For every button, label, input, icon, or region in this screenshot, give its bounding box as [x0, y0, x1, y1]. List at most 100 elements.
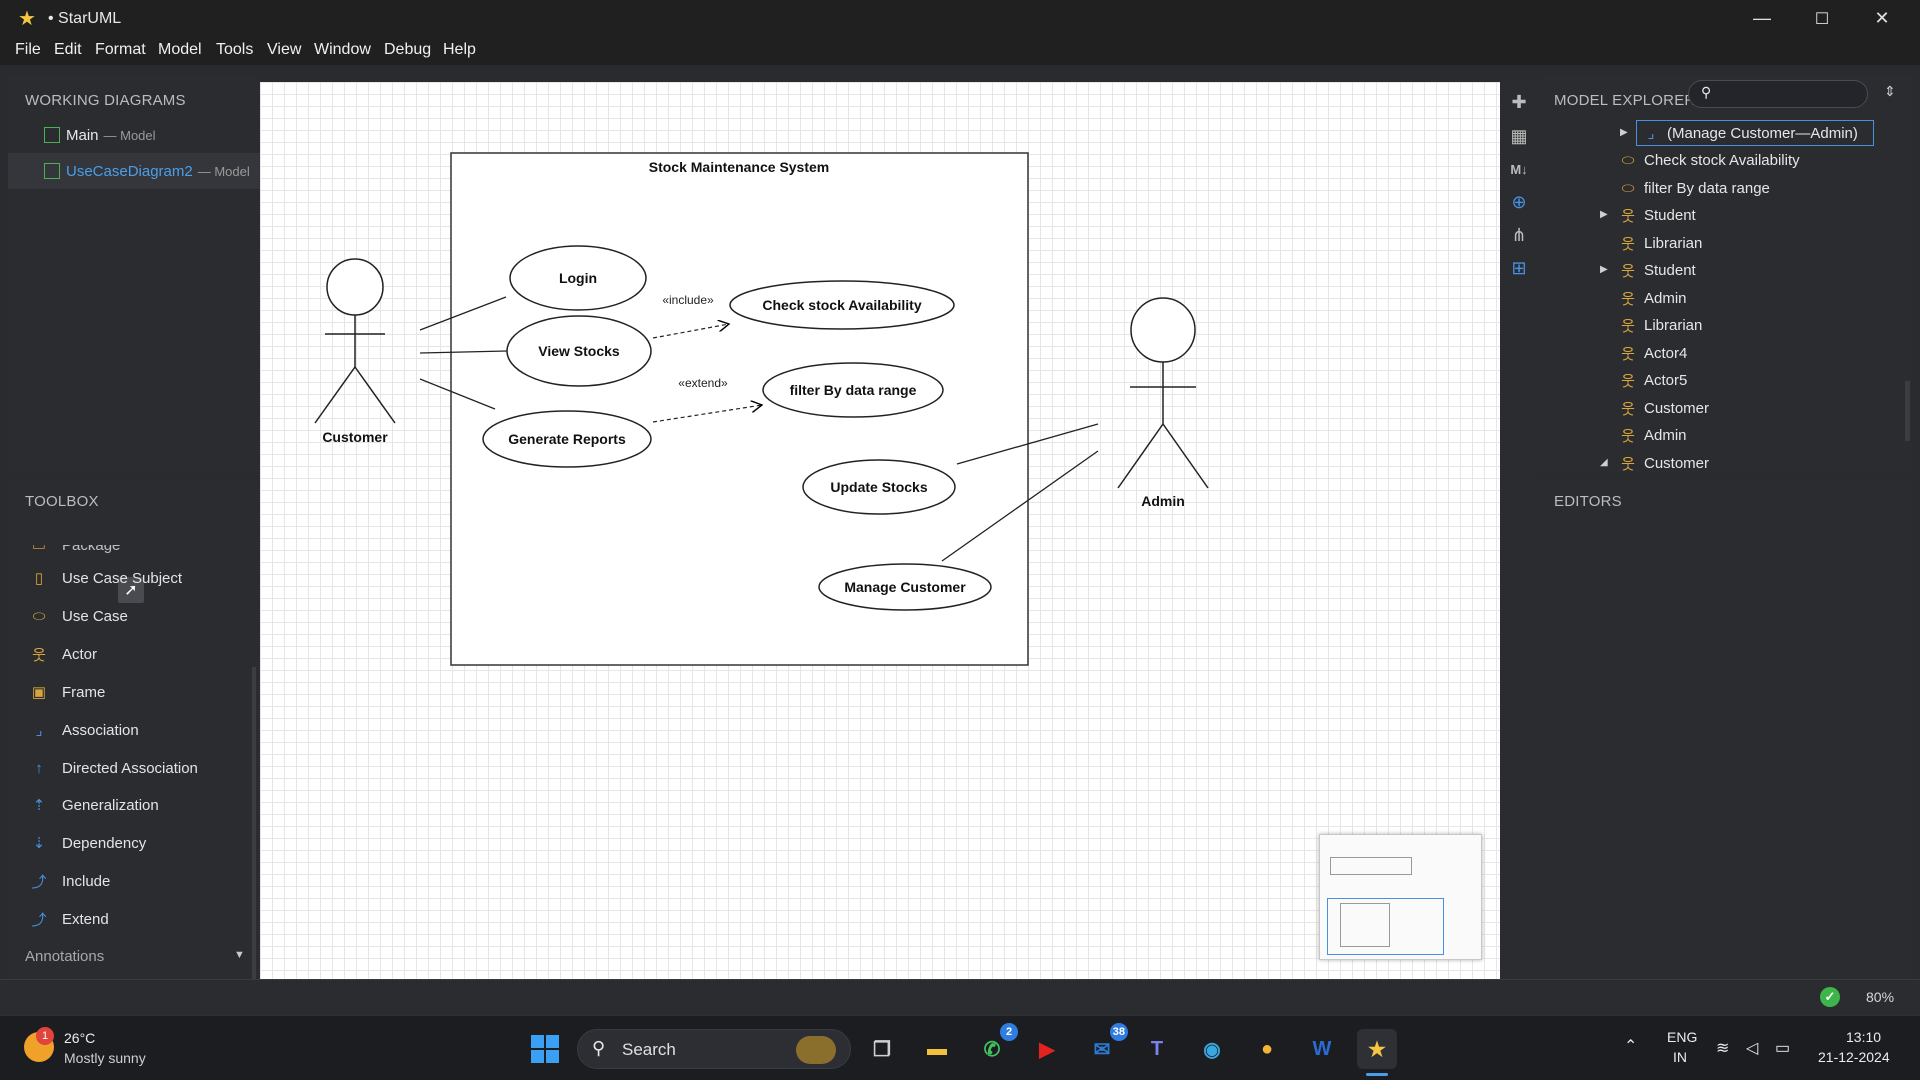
usecase-filter-by-data-range[interactable]: filter By data range — [762, 362, 944, 418]
model-explorer-search-input[interactable]: ⚲ — [1688, 80, 1868, 108]
usecase-view-stocks[interactable]: View Stocks — [506, 315, 652, 387]
working-diagram-usecasediagram2[interactable]: UseCaseDiagram2 — Model — [8, 153, 260, 189]
model-row-actor5[interactable]: 웃 Actor5 — [1620, 367, 1687, 393]
clock-date[interactable]: 21-12-2024 — [1818, 1049, 1890, 1065]
tool-include[interactable]: ⤴ Include — [30, 869, 110, 893]
tool-directed-association[interactable]: ↑ Directed Association — [30, 756, 198, 780]
teams-icon[interactable]: T — [1137, 1029, 1177, 1069]
validation-ok-icon[interactable]: ✓ — [1820, 987, 1840, 1007]
menu-format[interactable]: Format — [95, 41, 146, 59]
wifi-icon[interactable]: ≋ — [1716, 1038, 1729, 1058]
taskbar-search-box[interactable]: ⚲ Search — [577, 1029, 851, 1069]
model-row-actor4[interactable]: 웃 Actor4 — [1620, 340, 1687, 366]
edge-browser-icon[interactable]: ◉ — [1192, 1029, 1232, 1069]
share-icon[interactable]: ⋔ — [1508, 224, 1530, 246]
model-explorer-scrollbar[interactable] — [1905, 381, 1910, 441]
staruml-taskbar-icon[interactable]: ★ — [1357, 1029, 1397, 1069]
word-icon[interactable]: W — [1302, 1029, 1342, 1069]
minimap-subject-preview — [1340, 903, 1390, 947]
annotations-section[interactable]: Annotations — [25, 948, 104, 965]
menu-tools[interactable]: Tools — [216, 41, 253, 59]
weather-desc[interactable]: Mostly sunny — [64, 1050, 146, 1066]
toolbox-scrollbar[interactable] — [252, 667, 256, 979]
tool-use-case-subject[interactable]: ▯ Use Case Subject — [30, 566, 182, 590]
model-row-check-stock-availability[interactable]: ⬭ Check stock Availability — [1620, 147, 1800, 173]
menu-window[interactable]: Window — [314, 41, 371, 59]
gift-icon[interactable]: ⊞ — [1508, 257, 1530, 279]
association-icon: ⌟ — [1647, 125, 1655, 142]
zoom-level[interactable]: 80% — [1866, 989, 1894, 1005]
menu-debug[interactable]: Debug — [384, 41, 431, 59]
tool-actor[interactable]: 웃 Actor — [30, 642, 97, 666]
menu-help[interactable]: Help — [443, 41, 476, 59]
battery-icon[interactable]: ▭ — [1775, 1038, 1790, 1058]
tool-frame[interactable]: ▣ Frame — [30, 680, 105, 704]
status-bar: ✓ 80% — [0, 979, 1920, 1015]
tool-label: Include — [62, 872, 111, 890]
model-row-label: Actor5 — [1644, 371, 1688, 389]
tool-generalization[interactable]: ⇡ Generalization — [30, 793, 159, 817]
sort-icon[interactable]: ⇕ — [1884, 83, 1896, 100]
model-row-student[interactable]: 웃 Student — [1620, 202, 1696, 228]
maximize-button[interactable]: ☐ — [1792, 0, 1852, 37]
model-row-filter-by-data-range[interactable]: ⬭ filter By data range — [1620, 175, 1770, 201]
minimize-button[interactable]: — — [1732, 0, 1792, 37]
whatsapp-icon[interactable]: ✆ 2 — [972, 1023, 1018, 1069]
markdown-icon[interactable]: M↓ — [1508, 158, 1530, 180]
expand-arrow-icon[interactable]: ▶ — [1620, 127, 1628, 138]
file-explorer-icon[interactable]: ▬ — [917, 1029, 957, 1069]
weather-badge: 1 — [36, 1027, 54, 1045]
chevron-down-icon[interactable]: ▼ — [234, 949, 245, 961]
usecase-generate-reports[interactable]: Generate Reports — [482, 410, 652, 468]
outlook-icon[interactable]: ✉ 38 — [1082, 1023, 1128, 1069]
actor-admin[interactable] — [1117, 297, 1209, 489]
close-button[interactable]: ✕ — [1852, 0, 1912, 37]
clock-time[interactable]: 13:10 — [1846, 1029, 1881, 1045]
windows-start-button[interactable] — [525, 1029, 565, 1069]
taskbar: 1 26°C Mostly sunny ⚲ Search ❐ ▬ ✆ 2 ▶ ✉ 3… — [0, 1015, 1920, 1080]
actor-customer[interactable] — [314, 258, 396, 424]
tool-extend[interactable]: ⤴ Extend — [30, 907, 108, 931]
volume-icon[interactable]: ◁ — [1746, 1038, 1758, 1058]
layout-panels-icon[interactable]: ▦ — [1508, 125, 1530, 147]
model-row-librarian[interactable]: 웃 Librarian — [1620, 312, 1702, 338]
diagram-canvas[interactable]: Stock Maintenance System Customer Admin — [260, 82, 1500, 979]
tool-association[interactable]: ⌟ Association — [30, 718, 138, 742]
menu-edit[interactable]: Edit — [54, 41, 82, 59]
collapse-arrow-icon[interactable]: ◢ — [1600, 457, 1608, 468]
youtube-icon[interactable]: ▶ — [1027, 1029, 1067, 1069]
menu-view[interactable]: View — [267, 41, 301, 59]
model-row-librarian[interactable]: 웃 Librarian — [1620, 230, 1702, 256]
menu-file[interactable]: File — [15, 41, 41, 59]
model-row-customer[interactable]: 웃 Customer — [1620, 450, 1709, 475]
menu-model[interactable]: Model — [158, 41, 202, 59]
minimap[interactable] — [1319, 834, 1482, 960]
usecase-login[interactable]: Login — [509, 245, 647, 311]
medal-app-icon[interactable]: ● — [1247, 1029, 1287, 1069]
model-row-admin[interactable]: 웃 Admin — [1620, 422, 1686, 448]
usecase-check-stock-availability[interactable]: Check stock Availability — [729, 280, 955, 330]
task-view-icon[interactable]: ❐ — [862, 1029, 902, 1069]
model-row-student[interactable]: 웃 Student — [1620, 257, 1696, 283]
usecase-update-stocks[interactable]: Update Stocks — [802, 459, 956, 515]
working-diagram-main[interactable]: Main — Model — [8, 117, 256, 153]
crosshair-icon[interactable]: ⊕ — [1508, 191, 1530, 213]
language-bottom[interactable]: IN — [1673, 1049, 1687, 1065]
model-explorer-header: MODEL EXPLORER — [1554, 92, 1696, 109]
include-icon: ⤴ — [31, 873, 47, 891]
weather-temp[interactable]: 26°C — [64, 1030, 95, 1046]
usecase-manage-customer[interactable]: Manage Customer — [818, 563, 992, 611]
tool-use-case[interactable]: ⬭ Use Case — [30, 604, 128, 628]
model-row-admin[interactable]: 웃 Admin — [1620, 285, 1686, 311]
extension-puzzle-icon[interactable]: ✚ — [1508, 91, 1530, 113]
language-top[interactable]: ENG — [1667, 1029, 1697, 1045]
diagram-svg: Stock Maintenance System Customer Admin — [314, 152, 1209, 666]
chevron-up-icon[interactable]: ⌃ — [1624, 1036, 1637, 1056]
dependency-icon: ⇣ — [32, 835, 46, 852]
model-row-label: Customer — [1644, 399, 1710, 417]
expand-arrow-icon[interactable]: ▶ — [1600, 209, 1608, 220]
tool-dependency[interactable]: ⇣ Dependency — [30, 831, 147, 855]
model-row-manage-customer-admin[interactable]: ⌟ (Manage Customer—Admin) — [1636, 120, 1874, 146]
model-row-customer[interactable]: 웃 Customer — [1620, 395, 1709, 421]
expand-arrow-icon[interactable]: ▶ — [1600, 264, 1608, 275]
